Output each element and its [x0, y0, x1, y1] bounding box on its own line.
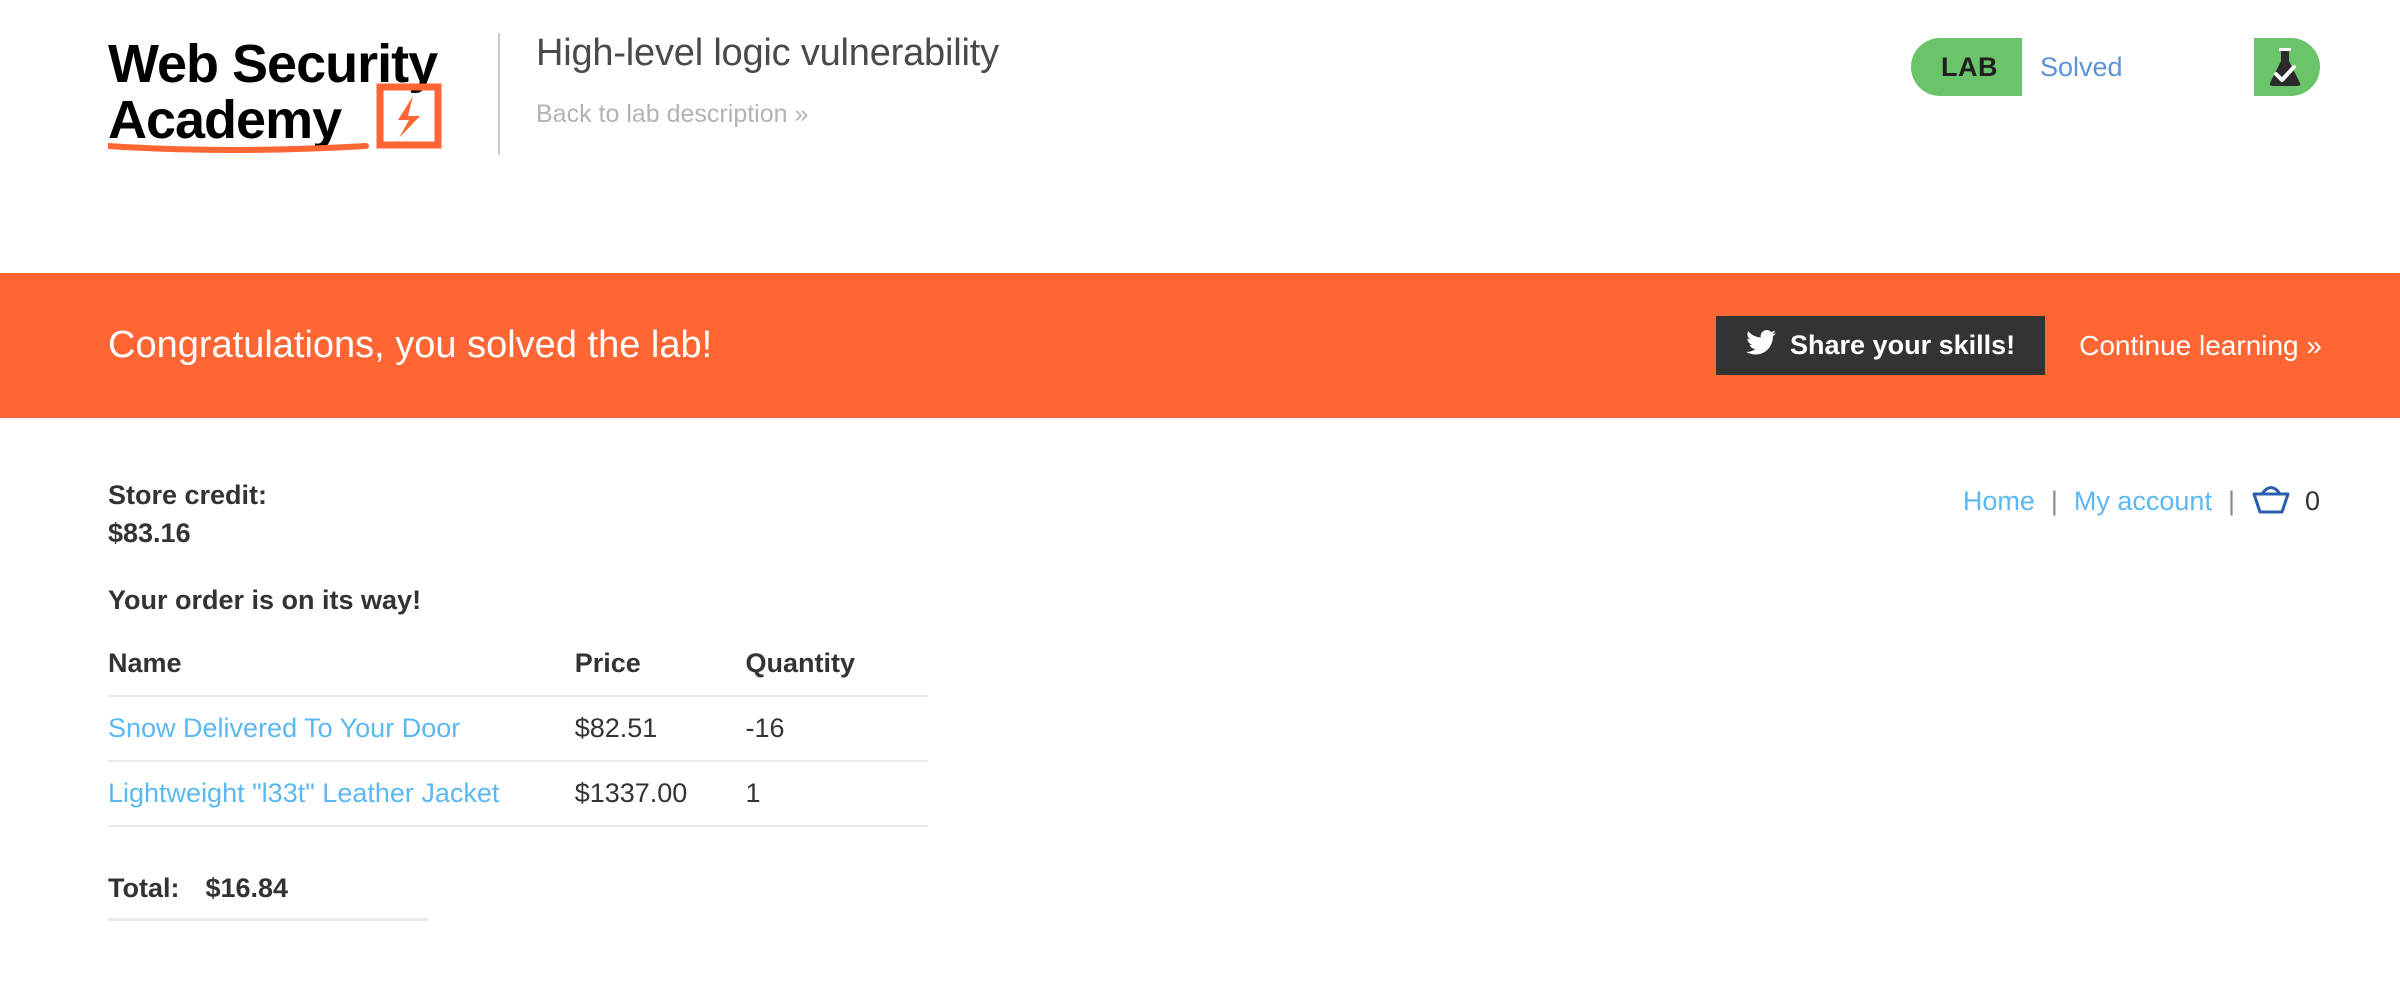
chevron-right-icon: » — [2306, 329, 2322, 361]
content-row: Store credit: $83.16 Your order is on it… — [108, 418, 2320, 921]
nav-separator: | — [2050, 486, 2058, 516]
academy-header: Web Security Academy High-level logic vu… — [0, 0, 2400, 273]
column-header-name: Name — [108, 647, 575, 697]
table-header-row: Name Price Quantity — [108, 647, 928, 697]
total-value: $16.84 — [205, 872, 289, 903]
twitter-bird-icon — [1746, 329, 1777, 362]
store-credit: Store credit: $83.16 — [108, 476, 928, 553]
web-security-academy-logo[interactable]: Web Security Academy — [108, 18, 498, 160]
cell-product-price: $1337.00 — [574, 760, 746, 827]
title-block: High-level logic vulnerability Back to l… — [536, 18, 999, 129]
product-link[interactable]: Lightweight "l33t" Leather Jacket — [108, 778, 499, 808]
cell-product-quantity: -16 — [745, 695, 928, 762]
cell-product-quantity: 1 — [745, 760, 928, 827]
back-to-lab-description-link[interactable]: Back to lab description » — [536, 99, 808, 129]
table-row: Snow Delivered To Your Door $82.51 -16 — [108, 695, 928, 762]
banner-message: Congratulations, you solved the lab! — [108, 324, 713, 366]
order-total: Total: $16.84 — [108, 873, 428, 921]
svg-text:Academy: Academy — [108, 90, 342, 150]
table-row: Lightweight "l33t" Leather Jacket $1337.… — [108, 760, 928, 827]
logo-svg: Web Security Academy — [108, 34, 442, 153]
column-header-price: Price — [574, 647, 746, 697]
store-credit-label: Store credit: — [108, 480, 268, 510]
nav-link-home[interactable]: Home — [1963, 486, 2035, 517]
flask-check-icon — [2254, 38, 2320, 96]
basket-link[interactable]: 0 — [2251, 482, 2320, 521]
basket-icon — [2251, 482, 2291, 521]
nav-link-my-account[interactable]: My account — [2074, 486, 2212, 517]
continue-learning-link[interactable]: Continue learning » — [2079, 329, 2322, 362]
continue-learning-label: Continue learning — [2079, 329, 2299, 361]
cell-product-price: $82.51 — [574, 695, 746, 762]
store-nav: Home | My account | 0 — [1963, 418, 2320, 521]
back-link-label: Back to lab description — [536, 99, 788, 128]
table-body: Snow Delivered To Your Door $82.51 -16 L… — [108, 695, 928, 827]
order-status-message: Your order is on its way! — [108, 584, 422, 615]
chevron-right-icon: » — [794, 99, 808, 128]
total-label: Total: — [108, 872, 180, 903]
lab-status-state: Solved — [2022, 38, 2254, 96]
lab-status-widget[interactable]: LAB Solved — [1911, 38, 2320, 96]
cell-product-name: Lightweight "l33t" Leather Jacket — [108, 760, 575, 827]
share-button-label: Share your skills! — [1790, 329, 2016, 360]
main-content: Store credit: $83.16 Your order is on it… — [0, 418, 2400, 921]
banner-actions: Share your skills! Continue learning » — [1716, 315, 2322, 376]
order-items-table: Name Price Quantity Snow Delivered To Yo… — [108, 647, 928, 827]
lab-solved-banner: Congratulations, you solved the lab! Sha… — [0, 273, 2400, 418]
order-confirmation-panel: Store credit: $83.16 Your order is on it… — [108, 418, 928, 921]
nav-separator: | — [2227, 486, 2235, 516]
basket-count: 0 — [2304, 486, 2320, 516]
product-link[interactable]: Snow Delivered To Your Door — [108, 713, 460, 743]
store-credit-value: $83.16 — [108, 518, 191, 549]
table-head: Name Price Quantity — [108, 647, 928, 697]
header-divider — [498, 33, 500, 155]
lab-tag-label: LAB — [1941, 51, 1998, 82]
share-your-skills-button[interactable]: Share your skills! — [1716, 315, 2046, 376]
column-header-quantity: Quantity — [745, 647, 928, 697]
page-title: High-level logic vulnerability — [536, 32, 999, 74]
banner-inner: Congratulations, you solved the lab! Sha… — [0, 273, 2400, 418]
cell-product-name: Snow Delivered To Your Door — [108, 695, 575, 762]
